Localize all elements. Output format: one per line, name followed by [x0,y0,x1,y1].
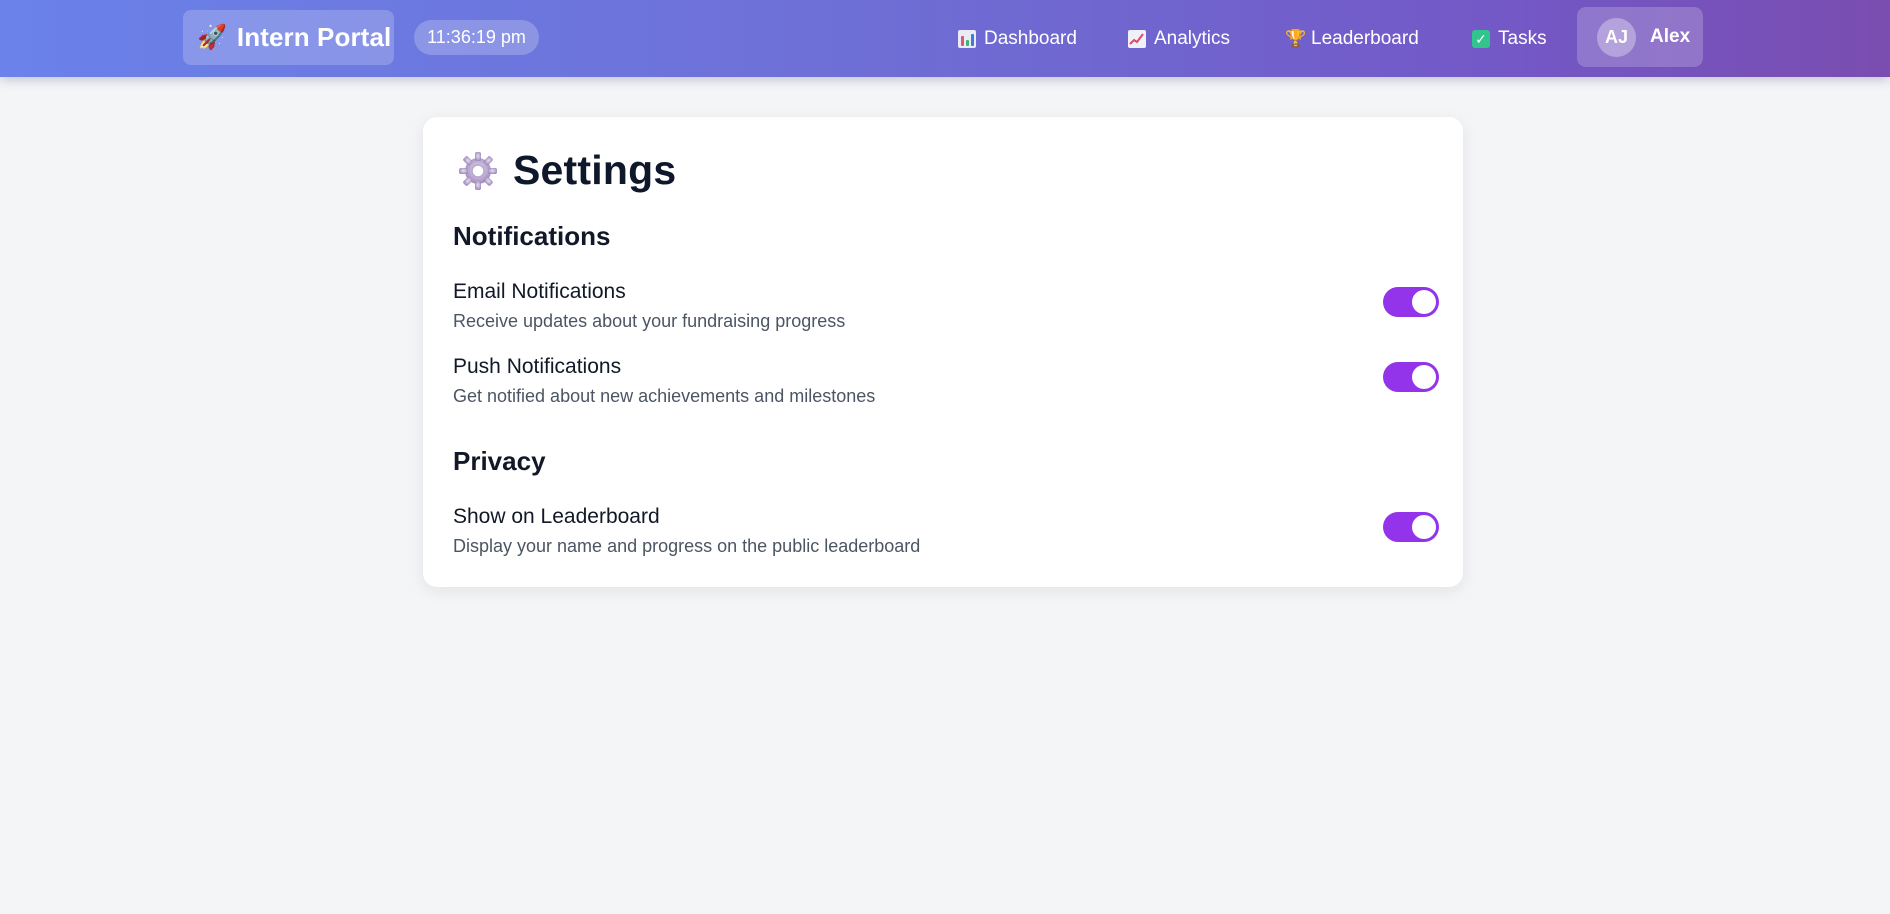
setting-label: Push Notifications [453,355,622,378]
top-navigation-bar: 🚀 Intern Portal 11:36:19 pm Dashboard An… [0,0,1890,77]
setting-description: Receive updates about your fundraising p… [453,311,846,331]
user-name: Alex [1650,26,1691,47]
section-title-privacy: Privacy [453,446,546,476]
bar-chart-icon [958,29,976,48]
nav-tasks[interactable]: ✓ Tasks [1472,0,1547,77]
setting-label: Email Notifications [453,280,626,303]
nav-leaderboard-label: Leaderboard [1311,27,1419,49]
section-title-notifications: Notifications [453,221,611,251]
setting-description: Display your name and progress on the pu… [453,536,921,556]
nav-leaderboard[interactable]: 🏆 Leaderboard [1285,0,1419,77]
toggle-knob [1412,290,1436,314]
toggle-knob [1412,365,1436,389]
settings-card: Settings Notifications Email Notificatio… [423,117,1463,587]
nav-dashboard[interactable]: Dashboard [958,0,1077,77]
nav-analytics[interactable]: Analytics [1128,0,1230,77]
gear-icon [457,150,499,192]
nav-tasks-label: Tasks [1498,27,1547,49]
page-title-text: Settings [513,147,677,193]
push-notifications-toggle[interactable] [1383,362,1439,392]
user-menu-button[interactable]: AJ Alex [1577,7,1703,67]
trophy-icon: 🏆 [1285,28,1307,48]
setting-show-on-leaderboard: Show on Leaderboard Display your name an… [453,505,1439,565]
clock-badge: 11:36:19 pm [414,20,539,55]
setting-email-notifications: Email Notifications Receive updates abou… [453,280,1439,340]
line-chart-icon [1128,29,1146,48]
brand-title: Intern Portal [236,22,392,52]
rocket-icon: 🚀 [197,23,227,51]
setting-description: Get notified about new achievements and … [453,386,876,406]
show-on-leaderboard-toggle[interactable] [1383,512,1439,542]
toggle-knob [1412,515,1436,539]
page-title: Settings [457,147,676,194]
avatar: AJ [1597,17,1636,57]
brand-home-link[interactable]: 🚀 Intern Portal [183,10,394,65]
checkbox-icon: ✓ [1472,29,1490,48]
setting-push-notifications: Push Notifications Get notified about ne… [453,355,1439,415]
setting-label: Show on Leaderboard [453,505,660,528]
nav-analytics-label: Analytics [1154,27,1231,49]
nav-dashboard-label: Dashboard [984,27,1077,49]
email-notifications-toggle[interactable] [1383,287,1439,317]
